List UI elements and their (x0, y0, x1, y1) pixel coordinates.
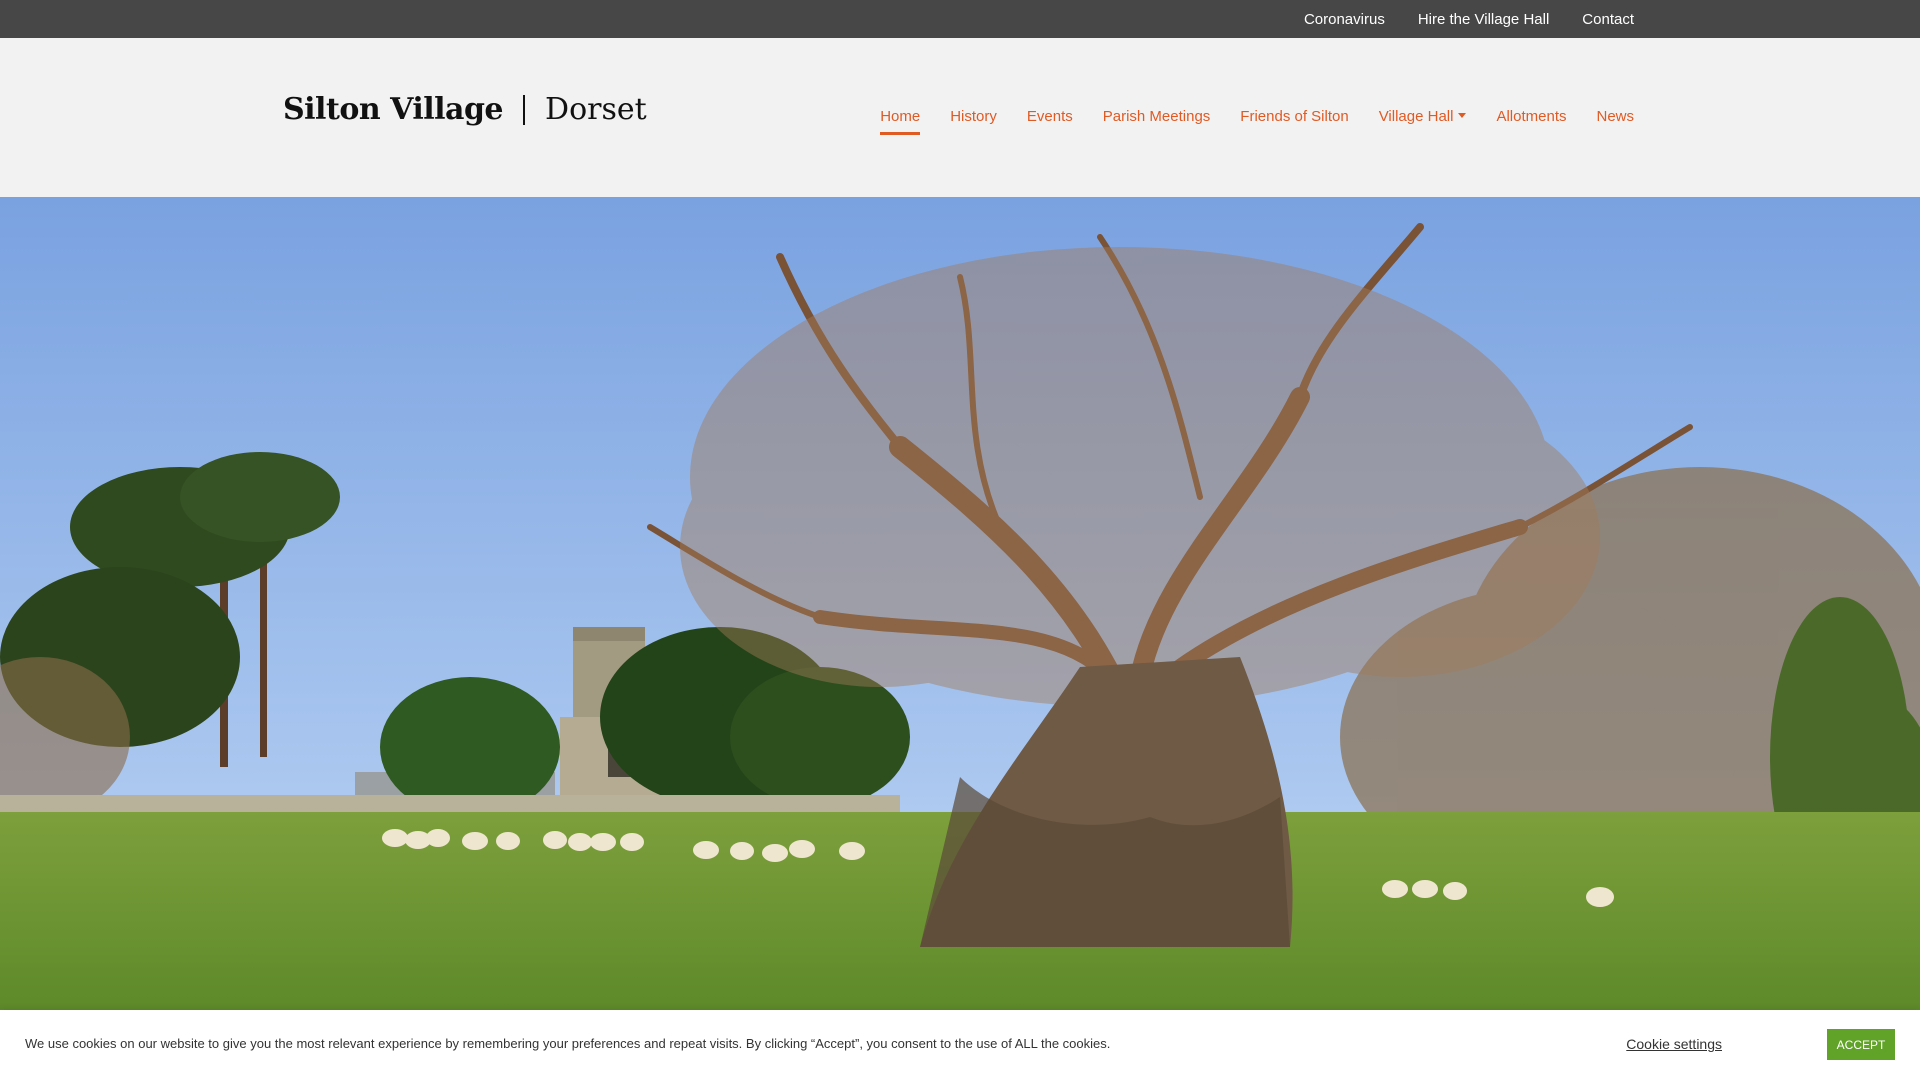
nav-friends-of-silton[interactable]: Friends of Silton (1240, 108, 1348, 135)
utility-link-hire-village-hall[interactable]: Hire the Village Hall (1418, 11, 1549, 28)
nav-history[interactable]: History (950, 108, 997, 135)
hero-landscape-illustration (0, 197, 1920, 1010)
utility-nav: Coronavirus Hire the Village Hall Contac… (1304, 0, 1634, 38)
nav-news[interactable]: News (1596, 108, 1634, 135)
utility-link-coronavirus[interactable]: Coronavirus (1304, 11, 1385, 28)
top-utility-bar: Coronavirus Hire the Village Hall Contac… (0, 0, 1920, 38)
logo-village-name: Silton Village (283, 92, 504, 127)
chevron-down-icon (1458, 112, 1467, 118)
nav-village-hall[interactable]: Village Hall (1379, 108, 1467, 135)
nav-allotments[interactable]: Allotments (1496, 108, 1566, 135)
logo-divider (523, 94, 526, 125)
utility-link-contact[interactable]: Contact (1582, 11, 1634, 28)
nav-events[interactable]: Events (1027, 108, 1073, 135)
cookie-consent-banner: We use cookies on our website to give yo… (0, 1010, 1920, 1080)
site-logo[interactable]: Silton Village Dorset (283, 92, 647, 127)
nav-village-hall-label: Village Hall (1378, 108, 1454, 125)
logo-county-name: Dorset (545, 92, 647, 127)
site-header: Silton Village Dorset Home History Event… (0, 38, 1920, 197)
cookie-accept-button[interactable]: ACCEPT (1827, 1029, 1895, 1060)
nav-parish-meetings[interactable]: Parish Meetings (1103, 108, 1211, 135)
main-nav: Home History Events Parish Meetings Frie… (880, 108, 1634, 135)
hero-image (0, 197, 1920, 1010)
nav-home[interactable]: Home (880, 108, 921, 135)
cookie-settings-link[interactable]: Cookie settings (1626, 1036, 1722, 1052)
cookie-consent-text: We use cookies on our website to give yo… (25, 1036, 1111, 1051)
